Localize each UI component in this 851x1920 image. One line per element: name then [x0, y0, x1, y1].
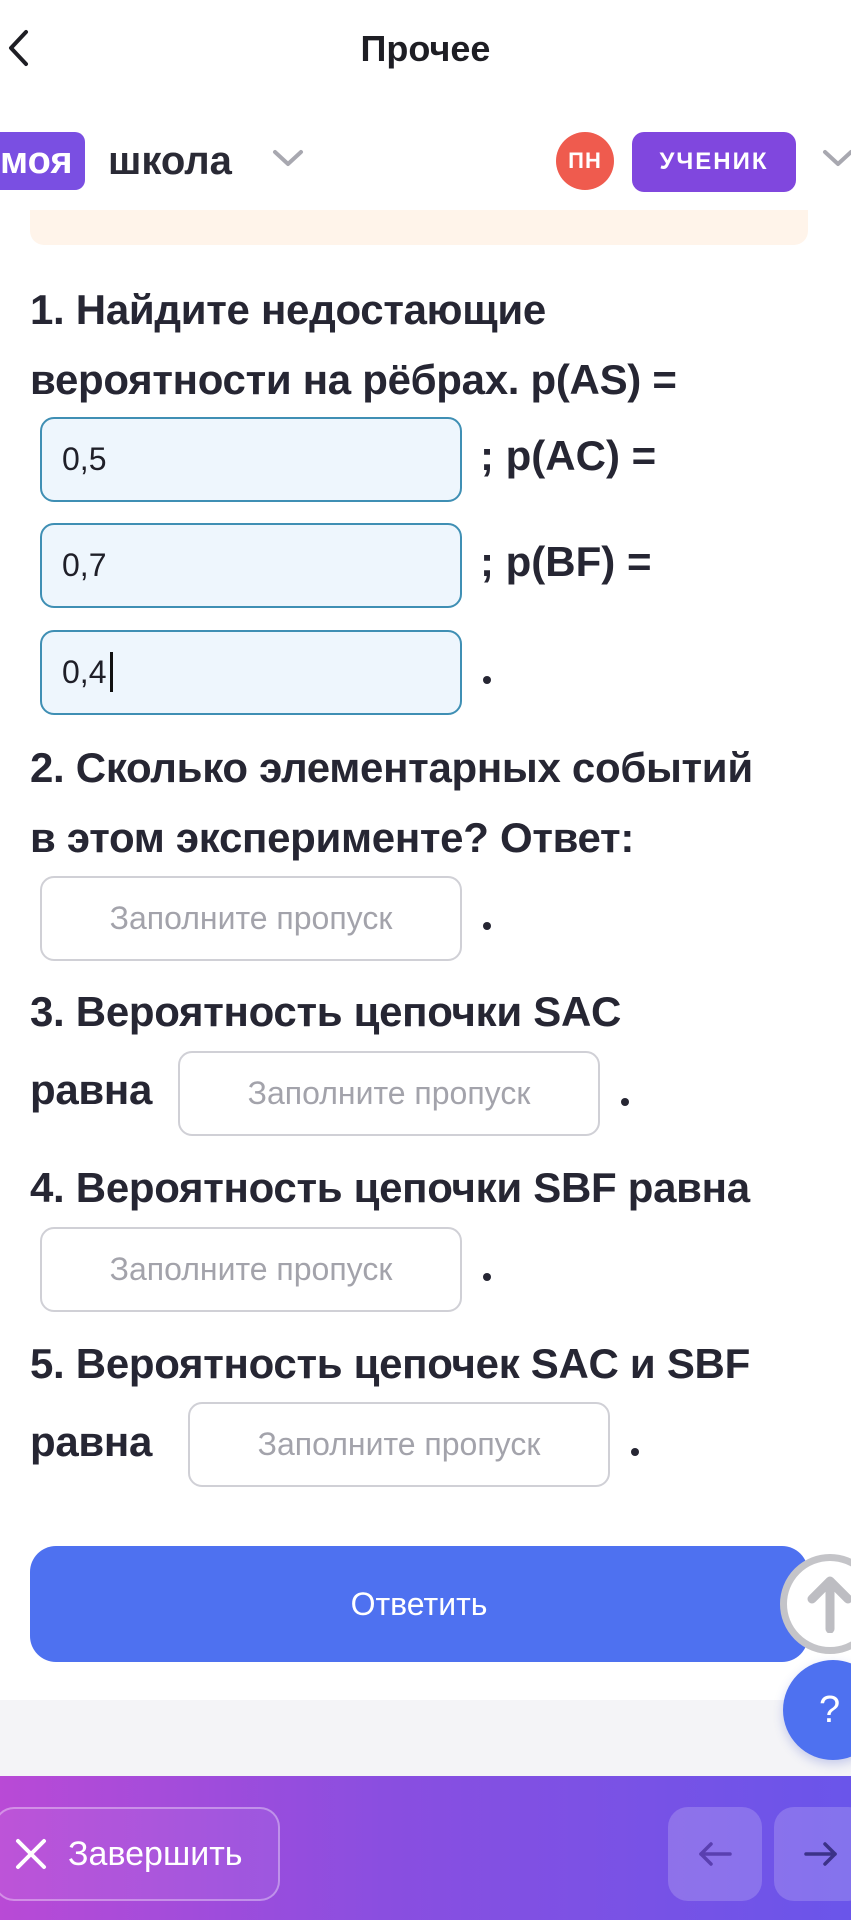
logo-text[interactable]: школа — [108, 132, 232, 190]
q1-field-bf[interactable] — [40, 630, 462, 715]
arrow-left-icon — [699, 1842, 732, 1866]
q1-text-line2: вероятности на рёбрах. p(AS) = — [30, 356, 677, 403]
period — [621, 1098, 629, 1106]
q5-prefix: равна — [30, 1418, 153, 1465]
chevron-down-icon[interactable] — [272, 148, 304, 168]
period — [631, 1448, 639, 1456]
next-button[interactable] — [774, 1807, 851, 1901]
text-caret — [110, 652, 113, 692]
finish-button[interactable]: Завершить — [0, 1807, 280, 1901]
q4-text-line1: 4. Вероятность цепочки SBF равна — [30, 1164, 750, 1211]
q2-text-line1: 2. Сколько элементарных событий — [30, 744, 753, 791]
prev-button[interactable] — [668, 1807, 762, 1901]
hint-strip — [30, 210, 808, 245]
finish-label: Завершить — [68, 1834, 243, 1873]
top-bar: Прочее — [0, 0, 851, 100]
arrow-right-icon — [804, 1842, 837, 1866]
q4-answer-field[interactable] — [40, 1227, 462, 1312]
logo-box[interactable]: моя — [0, 132, 85, 190]
period — [483, 922, 491, 930]
q5-text-line1: 5. Вероятность цепочек SAC и SBF — [30, 1340, 750, 1387]
q2-text-line2: в этом эксперименте? Ответ: — [30, 814, 635, 861]
arrow-up-icon — [807, 1576, 851, 1633]
q3-answer-field[interactable] — [178, 1051, 600, 1136]
role-badge[interactable]: УЧЕНИК — [632, 132, 796, 192]
q5-answer-field[interactable] — [188, 1402, 610, 1487]
bottom-bar: Завершить — [0, 1776, 851, 1920]
q3-text-line1: 3. Вероятность цепочки SAC — [30, 988, 622, 1035]
q3-prefix: равна — [30, 1066, 153, 1113]
q1-label-bf: ; p(BF) = — [480, 538, 652, 585]
period — [483, 1273, 491, 1281]
close-icon — [16, 1839, 46, 1869]
avatar[interactable]: ПН — [556, 132, 614, 190]
q1-field-as[interactable] — [40, 417, 462, 502]
q2-answer-field[interactable] — [40, 876, 462, 961]
q1-label-ac: ; p(AC) = — [480, 432, 657, 479]
period — [483, 676, 491, 684]
q1-text-line1: 1. Найдите недостающие — [30, 286, 546, 333]
q1-field-ac[interactable] — [40, 523, 462, 608]
submit-button[interactable]: Ответить — [30, 1546, 808, 1662]
app-header: моя школа ПН УЧЕНИК — [0, 100, 851, 210]
page-title: Прочее — [360, 28, 491, 69]
chevron-down-icon[interactable] — [822, 148, 851, 168]
